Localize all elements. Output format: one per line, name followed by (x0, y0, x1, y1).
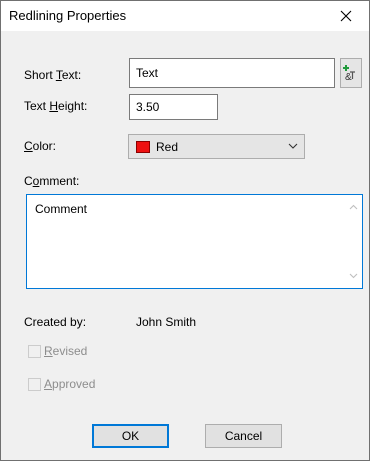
svg-text:&: & (345, 72, 352, 82)
scroll-up-icon[interactable] (349, 204, 358, 210)
color-swatch (136, 141, 150, 153)
redlining-properties-dialog: Redlining Properties Short Text: & Text … (0, 0, 370, 461)
insert-field-icon: & (343, 65, 355, 82)
title-bar: Redlining Properties (1, 1, 369, 31)
comment-scrollbar[interactable] (345, 195, 362, 288)
text-height-label: Text Height: (24, 99, 88, 113)
insert-text-button[interactable]: & (340, 58, 362, 88)
close-button[interactable] (323, 1, 369, 31)
ok-button[interactable]: OK (92, 424, 169, 448)
text-height-input[interactable] (129, 94, 218, 120)
chevron-down-icon (288, 143, 298, 149)
cancel-button-label: Cancel (224, 429, 263, 443)
short-text-label: Short Text: (24, 68, 82, 82)
approved-checkbox[interactable] (28, 378, 41, 391)
comment-text: Comment (35, 202, 88, 216)
created-by-value: John Smith (136, 315, 197, 329)
short-text-input[interactable] (129, 58, 335, 88)
color-selected-value: Red (156, 140, 179, 154)
comment-textarea[interactable]: Comment (26, 194, 363, 289)
dialog-title: Redlining Properties (9, 8, 127, 23)
close-icon (340, 10, 352, 22)
color-dropdown[interactable]: Red (128, 134, 305, 159)
approved-label: Approved (44, 377, 96, 391)
cancel-button[interactable]: Cancel (205, 424, 282, 448)
revised-checkbox[interactable] (28, 345, 41, 358)
scroll-down-icon[interactable] (349, 273, 358, 279)
ok-button-label: OK (121, 429, 140, 443)
created-by-label: Created by: (24, 315, 87, 329)
color-label: Color: (24, 139, 57, 153)
comment-label: Comment: (24, 174, 80, 188)
revised-label: Revised (44, 344, 88, 358)
